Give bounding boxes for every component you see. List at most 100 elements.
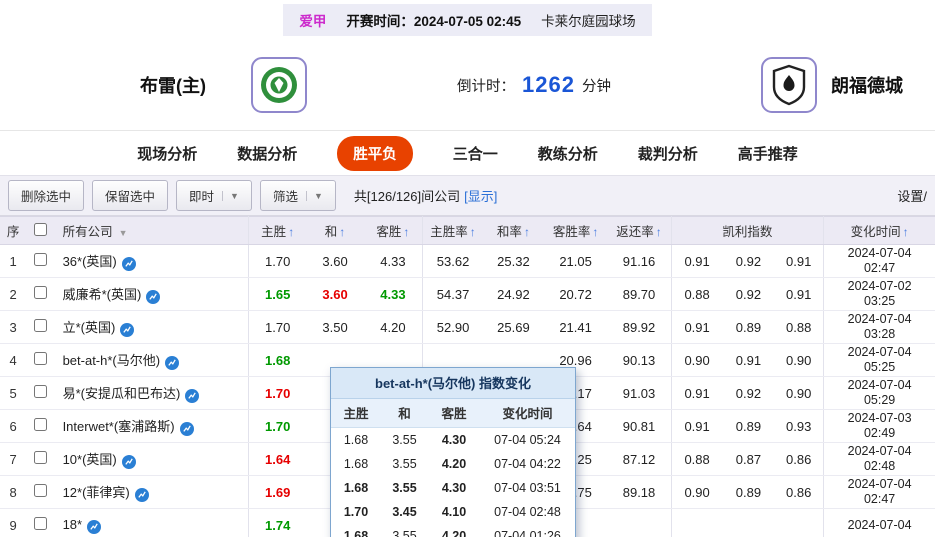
col-draw-rate[interactable]: 和率 ↑ <box>483 216 544 245</box>
col-change-time[interactable]: 变化时间 ↑ <box>823 216 935 245</box>
keep-selected-button[interactable]: 保留选中 <box>92 180 169 211</box>
venue-text: 卡莱尔庭园球场 <box>541 14 636 29</box>
company-cell[interactable]: Interwet*(塞浦路斯) <box>54 409 250 443</box>
kelly-home-cell: 0.88 <box>671 442 723 476</box>
col-kelly-index: 凯利指数 <box>671 216 825 245</box>
company-name: 立*(英国) <box>62 320 116 335</box>
away-odds-cell[interactable]: 4.33 <box>363 244 423 278</box>
away-odds-cell[interactable]: 4.33 <box>363 277 423 311</box>
home-odds-cell[interactable]: 1.70 <box>248 376 307 410</box>
odds-history-icon[interactable] <box>146 290 161 304</box>
instant-dropdown[interactable]: 即时 ▼ <box>176 180 252 211</box>
odds-history-icon[interactable] <box>165 356 180 370</box>
odds-history-icon[interactable] <box>121 455 136 469</box>
odds-history-icon[interactable] <box>185 389 200 403</box>
odds-history-icon[interactable] <box>87 519 102 534</box>
delete-selected-button[interactable]: 删除选中 <box>8 180 85 211</box>
row-checkbox[interactable] <box>33 385 47 398</box>
home-odds-cell[interactable]: 1.69 <box>248 475 307 509</box>
filter-dropdown[interactable]: 筛选 ▼ <box>259 180 336 211</box>
tab-three-in-one[interactable]: 三合一 <box>453 143 498 164</box>
row-checkbox[interactable] <box>33 418 47 431</box>
company-cell[interactable]: 立*(英国) <box>54 310 250 344</box>
kelly-draw-cell: 0.89 <box>722 310 775 344</box>
home-rate-cell: 53.62 <box>422 244 484 278</box>
row-checkbox[interactable] <box>33 253 47 266</box>
odds-history-icon[interactable] <box>179 422 194 436</box>
row-checkbox[interactable] <box>33 352 47 365</box>
draw-odds-cell[interactable]: 3.60 <box>306 277 364 311</box>
home-odds-cell[interactable]: 1.68 <box>248 343 307 377</box>
col-company[interactable]: 所有公司 ▼ <box>54 216 250 245</box>
company-cell[interactable]: 12*(菲律宾) <box>54 475 250 509</box>
popup-col-time: 变化时间 <box>480 399 575 428</box>
home-odds-cell[interactable]: 1.64 <box>248 442 307 476</box>
show-link[interactable]: [显示] <box>464 189 497 204</box>
away-rate-cell: 20.72 <box>543 277 608 311</box>
col-return-rate[interactable]: 返还率 ↑ <box>607 216 672 245</box>
kelly-away-cell: 0.86 <box>774 442 825 476</box>
company-cell[interactable]: 18* <box>54 508 250 537</box>
draw-odds-cell[interactable]: 3.60 <box>306 244 364 278</box>
col-home-rate[interactable]: 主胜率 ↑ <box>422 216 484 245</box>
sort-arrow-icon: ↑ <box>592 225 599 239</box>
row-select-cell <box>26 277 55 311</box>
odds-history-icon[interactable] <box>134 488 149 502</box>
home-odds-cell[interactable]: 1.65 <box>248 277 307 311</box>
col-away-odds[interactable]: 客胜 ↑ <box>363 216 423 245</box>
popup-title: bet-at-h*(马尔他) 指数变化 <box>331 368 575 399</box>
row-checkbox[interactable] <box>33 451 47 464</box>
row-checkbox[interactable] <box>33 319 47 332</box>
popup-row: 1.68 3.55 4.30 07-04 03:51 <box>331 476 575 500</box>
row-seq: 2 <box>0 277 27 311</box>
company-filter-icon[interactable]: ▼ <box>119 228 128 238</box>
col-away-rate[interactable]: 客胜率 ↑ <box>543 216 608 245</box>
chevron-down-icon: ▼ <box>222 190 239 201</box>
popup-row: 1.70 3.45 4.10 07-04 02:48 <box>331 500 575 524</box>
away-rate-cell: 21.41 <box>543 310 608 344</box>
col-select <box>26 216 55 245</box>
home-odds-cell[interactable]: 1.70 <box>248 310 307 344</box>
return-rate-cell: 91.03 <box>607 376 672 410</box>
return-rate-cell: 91.16 <box>607 244 672 278</box>
company-cell[interactable]: 36*(英国) <box>54 244 250 278</box>
toolbar: 删除选中 保留选中 即时 ▼ 筛选 ▼ 共[126/126]间公司 [显示] 设置/ <box>0 175 935 216</box>
row-select-cell <box>26 244 55 278</box>
tab-data-analysis[interactable]: 数据分析 <box>237 143 297 164</box>
sort-arrow-icon: ↑ <box>339 225 346 239</box>
company-cell[interactable]: 威廉希*(英国) <box>54 277 250 311</box>
league-badge[interactable]: 爱甲 <box>299 10 326 30</box>
away-odds-cell[interactable]: 4.20 <box>363 310 423 344</box>
popup-home-odds: 1.70 <box>331 500 381 524</box>
tab-live-analysis[interactable]: 现场分析 <box>137 143 197 164</box>
return-rate-cell <box>607 508 672 537</box>
col-home-odds[interactable]: 主胜 ↑ <box>248 216 307 245</box>
select-all-checkbox[interactable] <box>33 222 47 236</box>
draw-odds-cell[interactable]: 3.50 <box>306 310 364 344</box>
sort-arrow-icon: ↑ <box>902 225 909 239</box>
tab-referee-analysis[interactable]: 裁判分析 <box>638 143 698 164</box>
popup-away-odds: 4.20 <box>428 452 480 476</box>
row-checkbox[interactable] <box>33 286 47 299</box>
change-time-cell: 2024-07-03 02:49 <box>823 409 935 443</box>
kelly-away-cell: 0.90 <box>774 343 825 377</box>
popup-draw-odds: 3.55 <box>381 476 428 500</box>
tab-win-draw-lose[interactable]: 胜平负 <box>337 135 413 171</box>
col-draw-odds[interactable]: 和 ↑ <box>306 216 364 245</box>
home-odds-cell[interactable]: 1.70 <box>248 409 307 443</box>
popup-draw-odds: 3.55 <box>381 427 428 452</box>
home-odds-cell[interactable]: 1.70 <box>248 244 307 278</box>
company-cell[interactable]: bet-at-h*(马尔他) <box>54 343 250 377</box>
kelly-draw-cell <box>722 508 775 537</box>
odds-history-icon[interactable] <box>120 323 135 337</box>
row-checkbox[interactable] <box>33 517 47 530</box>
settings-link[interactable]: 设置/ <box>897 186 927 205</box>
home-odds-cell[interactable]: 1.74 <box>248 508 307 537</box>
company-cell[interactable]: 10*(英国) <box>54 442 250 476</box>
tab-coach-analysis[interactable]: 教练分析 <box>538 143 598 164</box>
tab-expert-recommend[interactable]: 高手推荐 <box>738 143 798 164</box>
table-row: 2 威廉希*(英国) 1.65 3.60 4.33 54.37 24.92 20… <box>0 277 935 311</box>
company-cell[interactable]: 易*(安提瓜和巴布达) <box>54 376 250 410</box>
odds-history-icon[interactable] <box>121 257 136 271</box>
row-checkbox[interactable] <box>33 484 47 497</box>
